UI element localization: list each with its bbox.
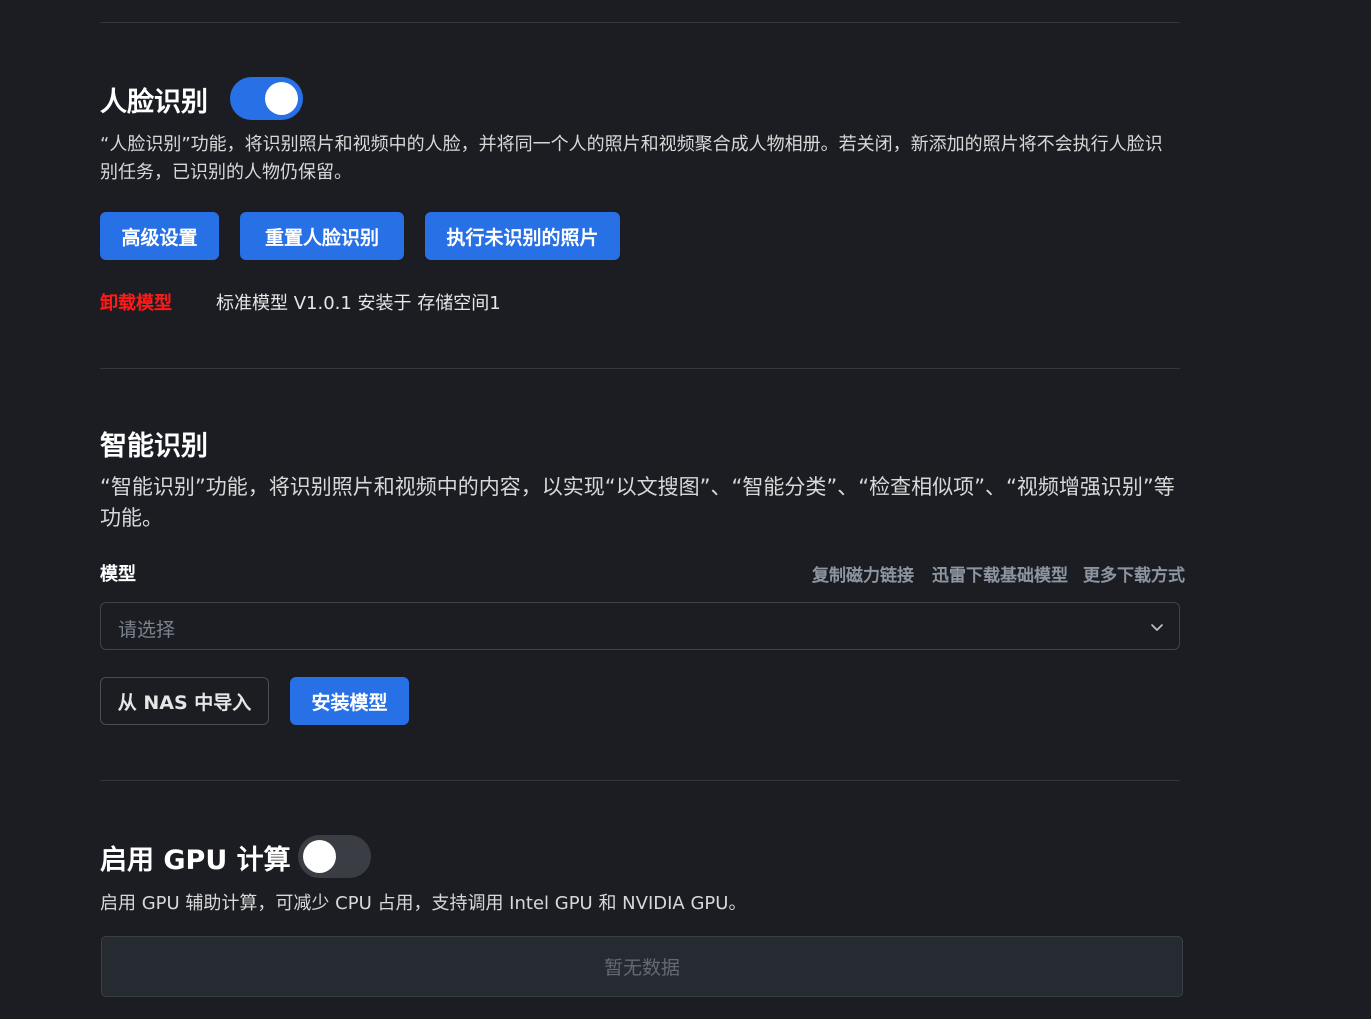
empty-state-text: 暂无数据 — [603, 957, 680, 979]
divider-top — [100, 22, 1180, 23]
settings-page: 人脸识别 “人脸识别”功能，将识别照片和视频中的人脸，并将同一个人的照片和视频聚… — [100, 0, 1185, 1019]
model-select[interactable]: 请选择 — [100, 602, 1180, 650]
model-label: 模型 — [100, 564, 136, 585]
install-model-button[interactable]: 安装模型 — [290, 677, 409, 725]
smart-recognition-title: 智能识别 — [100, 431, 208, 462]
face-recognition-description: “人脸识别”功能，将识别照片和视频中的人脸，并将同一个人的照片和视频聚合成人物相… — [100, 134, 1163, 183]
copy-magnet-link[interactable]: 复制磁力链接 — [812, 561, 914, 586]
chevron-down-icon — [1151, 624, 1163, 631]
thunder-download-link[interactable]: 迅雷下载基础模型 — [932, 561, 1068, 586]
reset-face-recognition-button[interactable]: 重置人脸识别 — [240, 212, 404, 260]
divider-smart-gpu — [100, 780, 1180, 781]
face-recognition-toggle[interactable] — [230, 77, 303, 120]
uninstall-model-link[interactable]: 卸载模型 — [100, 289, 172, 315]
divider-face-smart — [100, 368, 1180, 369]
toggle-knob — [265, 82, 298, 115]
import-from-nas-button[interactable]: 从 NAS 中导入 — [100, 677, 269, 725]
installed-model-info: 标准模型 V1.0.1 安装于 存储空间1 — [216, 293, 501, 314]
advanced-settings-button[interactable]: 高级设置 — [100, 212, 219, 260]
gpu-list-empty: 暂无数据 — [101, 936, 1183, 997]
toggle-knob — [303, 840, 336, 873]
face-recognition-title: 人脸识别 — [100, 87, 208, 118]
gpu-compute-toggle[interactable] — [298, 835, 371, 878]
run-unrecognized-photos-button[interactable]: 执行未识别的照片 — [425, 212, 620, 260]
model-select-placeholder: 请选择 — [118, 619, 176, 641]
more-download-link[interactable]: 更多下载方式 — [1083, 561, 1185, 586]
gpu-compute-description: 启用 GPU 辅助计算，可减少 CPU 占用，支持调用 Intel GPU 和 … — [100, 893, 747, 914]
gpu-compute-title: 启用 GPU 计算 — [100, 845, 291, 876]
smart-recognition-description: “智能识别”功能，将识别照片和视频中的内容，以实现“以文搜图”、“智能分类”、“… — [100, 475, 1175, 530]
